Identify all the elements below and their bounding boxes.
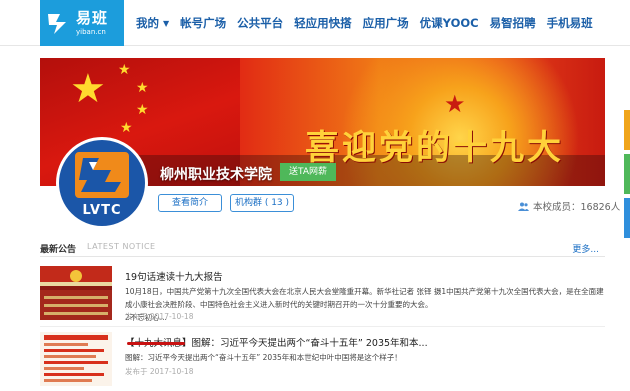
side-bar-green[interactable] [624, 154, 630, 194]
nav-item-public-platform[interactable]: 公共平台 [237, 15, 283, 31]
member-count: 本校成员：16826人 [518, 199, 620, 213]
side-bar-orange[interactable] [624, 110, 630, 150]
chevron-down-icon: ▼ [163, 19, 170, 28]
top-navbar: 易班 yiban.cn 我的 ▼ 帐号广场 公共平台 轻应用快搭 应用广场 优课Y… [0, 0, 630, 46]
news-date: 发布于 2017-10-18 [125, 312, 194, 321]
logo-domain: yiban.cn [76, 27, 106, 36]
news-summary: 10月18日，中国共产党第十九次全国代表大会在北京人民大会堂隆重开幕。新华社记者… [125, 287, 630, 322]
nav-item-mine-label: 我的 [136, 16, 159, 30]
news-date: 发布于 2017-10-18 [125, 367, 194, 376]
news-thumbnail[interactable] [40, 332, 112, 386]
school-name: 柳州职业技术学院 [160, 167, 272, 183]
member-count-label: 本校成员：16826人 [533, 202, 621, 213]
star-icon: ★ [120, 120, 133, 136]
star-icon: ★ [118, 62, 131, 78]
star-icon: ★ [444, 90, 466, 118]
star-icon: ★ [136, 80, 149, 96]
list-item: 19句话速读十九大报告 10月18日，中国共产党第十九次全国代表大会在北京人民大… [40, 266, 630, 322]
notice-header: 最新公告 LATEST NOTICE 更多... [40, 240, 605, 257]
avatar-text: LVTC [82, 203, 122, 218]
list-item: 【十九大讯息】图解：习近平今天提出两个“奋斗十五年” 2035年和本... 图解… [40, 332, 605, 388]
news-title[interactable]: 19句话速读十九大报告 [125, 269, 223, 283]
news-summary: 图解：习近平今天提出两个“奋斗十五年” 2035年和本世纪中叶中国将是这个样子！ [125, 353, 402, 362]
notice-title: 最新公告 [40, 245, 77, 255]
yiban-logo[interactable]: 易班 yiban.cn [40, 0, 124, 46]
nav-item-app-square[interactable]: 应用广场 [363, 15, 409, 31]
star-icon: ★ [70, 66, 106, 112]
notice-subtitle: LATEST NOTICE [87, 242, 156, 251]
nav-item-yooc[interactable]: 优课YOOC [420, 15, 479, 31]
banner-title: 喜迎党的十九大 [305, 128, 564, 168]
star-icon: ★ [136, 102, 149, 118]
avatar[interactable]: LVTC [56, 137, 148, 229]
nav-item-mine[interactable]: 我的 ▼ [136, 15, 169, 31]
congress-photo [40, 266, 112, 320]
org-group-button[interactable]: 机构群 ( 13 ) [230, 194, 294, 212]
news-thumbnail[interactable] [40, 266, 112, 320]
users-icon [518, 202, 529, 211]
more-link[interactable]: 更多... [572, 242, 599, 255]
divider [40, 326, 605, 327]
main-nav: 我的 ▼ 帐号广场 公共平台 轻应用快搭 应用广场 优课YOOC 易智招聘 手机易… [136, 0, 604, 46]
nav-item-account-square[interactable]: 帐号广场 [180, 15, 226, 31]
logo-name: 易班 [76, 8, 109, 27]
annotation-underline [127, 342, 185, 345]
nav-item-recruit[interactable]: 易智招聘 [490, 15, 536, 31]
side-toolbar [624, 110, 630, 242]
nav-item-mobile[interactable]: 手机易班 [547, 15, 593, 31]
infographic-thumbnail [40, 332, 112, 386]
nav-item-light-app[interactable]: 轻应用快搭 [294, 15, 352, 31]
side-bar-blue[interactable] [624, 198, 630, 238]
yiban-logo-icon [48, 14, 66, 34]
view-intro-button[interactable]: 查看简介 [158, 194, 222, 212]
send-coins-button[interactable]: 送TA网薪 [280, 163, 336, 181]
